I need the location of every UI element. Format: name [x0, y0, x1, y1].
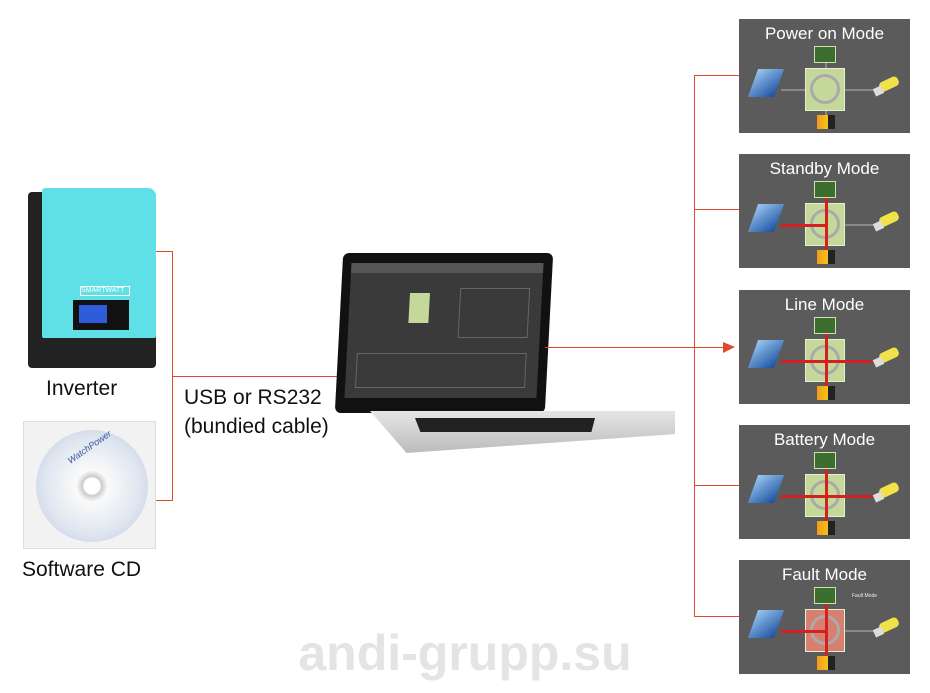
- grid-icon: [814, 181, 836, 198]
- grid-icon: [814, 452, 836, 469]
- mode-title: Power on Mode: [764, 24, 885, 43]
- connection-label-line2: (bundied cable): [184, 415, 329, 438]
- battery-icon: [817, 250, 835, 264]
- solar-panel-icon: [747, 204, 785, 232]
- mode-title: Fault Mode: [781, 565, 868, 584]
- watermark: andi-grupp.su: [298, 625, 632, 681]
- solar-panel-icon: [747, 69, 785, 97]
- battery-icon: [817, 115, 835, 129]
- mode-panel-line: Line Mode: [739, 290, 910, 404]
- inverter-label: Inverter: [46, 377, 118, 400]
- mode-title: Line Mode: [784, 295, 865, 314]
- mode-panel-standby: Standby Mode: [739, 154, 910, 268]
- connection-arrow: [172, 376, 347, 377]
- connection-label-line1: USB or RS232: [184, 386, 322, 409]
- solar-panel-icon: [747, 475, 785, 503]
- mode-title: Battery Mode: [773, 430, 876, 449]
- fault-note: Fault Mode: [852, 593, 878, 599]
- mode-panel-battery: Battery Mode: [739, 425, 910, 539]
- mode-panel-none: Power on Mode: [739, 19, 910, 133]
- inverter-brand: SMARTWATT: [80, 286, 130, 296]
- mode-title: Standby Mode: [769, 159, 880, 178]
- battery-icon: [817, 386, 835, 400]
- battery-icon: [817, 521, 835, 535]
- solar-panel-icon: [747, 340, 785, 368]
- grid-icon: [814, 317, 836, 334]
- grid-icon: [814, 587, 836, 604]
- inverter-image: SMARTWATT: [28, 188, 156, 368]
- laptop-image: [334, 253, 675, 453]
- grid-icon: [814, 46, 836, 63]
- software-cd-label: Software CD: [22, 558, 142, 581]
- software-cd-image: WatchPower: [23, 421, 156, 549]
